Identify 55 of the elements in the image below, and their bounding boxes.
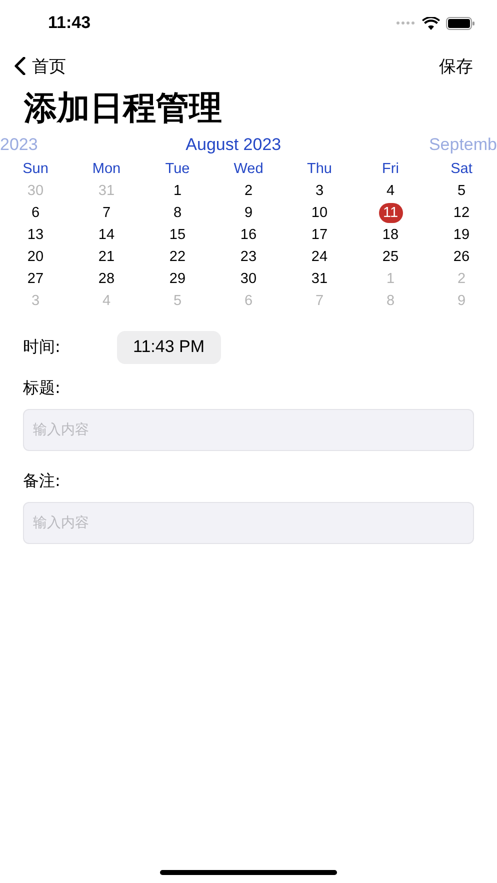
- field-label: 标题:: [23, 377, 62, 399]
- calendar-day[interactable]: 31: [311, 269, 328, 289]
- calendar-day[interactable]: 20: [27, 247, 44, 267]
- back-chevron-icon: [14, 57, 26, 75]
- weekday-label: Mon: [92, 160, 121, 179]
- field-label: 备注:: [23, 470, 62, 492]
- calendar-day[interactable]: 22: [169, 247, 186, 267]
- calendar-day[interactable]: 27: [27, 269, 44, 289]
- calendar-day[interactable]: 14: [98, 225, 115, 245]
- wifi-icon: [422, 16, 440, 30]
- calendar-day[interactable]: 26: [453, 247, 470, 267]
- calendar-day[interactable]: 1: [173, 181, 182, 201]
- calendar-day[interactable]: 17: [311, 225, 328, 245]
- calendar-day[interactable]: 24: [311, 247, 328, 267]
- status-time: 11:43: [48, 13, 91, 33]
- calendar-day[interactable]: 18: [382, 225, 399, 245]
- battery-icon: [446, 16, 475, 30]
- back-button[interactable]: 首页: [14, 54, 66, 78]
- weekday-label: Fri: [382, 160, 399, 179]
- weekday-label: Thu: [307, 160, 332, 179]
- calendar-day[interactable]: 12: [453, 203, 470, 223]
- calendar-day[interactable]: 29: [169, 269, 186, 289]
- calendar-day[interactable]: 4: [386, 181, 395, 201]
- next-month-label: Septemb: [428, 135, 497, 155]
- calendar-day[interactable]: 23: [240, 247, 257, 267]
- signal-icon: [396, 21, 416, 25]
- calendar-day[interactable]: 15: [169, 225, 186, 245]
- calendar-day[interactable]: 8: [173, 203, 182, 223]
- calendar-day[interactable]: 3: [315, 181, 324, 201]
- calendar-day[interactable]: 5: [457, 181, 466, 201]
- weekday-label: Tue: [165, 160, 190, 179]
- calendar-day[interactable]: 9: [244, 203, 253, 223]
- calendar-day[interactable]: 25: [382, 247, 399, 267]
- time-picker[interactable]: 11:43 PM: [117, 330, 221, 364]
- calendar-day[interactable]: 7: [102, 203, 111, 223]
- weekday-label: Sun: [22, 160, 48, 179]
- month-title: August 2023: [186, 135, 282, 155]
- input-field[interactable]: 输入内容: [23, 409, 474, 451]
- calendar-day[interactable]: 21: [98, 247, 115, 267]
- calendar-day[interactable]: 28: [98, 269, 115, 289]
- time-label: 时间:: [23, 336, 62, 358]
- calendar-day[interactable]: 2: [244, 181, 253, 201]
- previous-month-label: 2023: [0, 135, 38, 155]
- input-field[interactable]: 输入内容: [23, 502, 474, 544]
- calendar-day[interactable]: 13: [27, 225, 44, 245]
- calendar-day[interactable]: 16: [240, 225, 257, 245]
- calendar-day[interactable]: 19: [453, 225, 470, 245]
- weekday-label: Wed: [234, 160, 264, 179]
- page-title: 添加日程管理: [22, 87, 223, 129]
- calendar-day[interactable]: 30: [240, 269, 257, 289]
- calendar-day[interactable]: 6: [31, 203, 40, 223]
- calendar-day[interactable]: 11: [378, 203, 402, 223]
- weekday-label: Sat: [450, 160, 472, 179]
- calendar-day[interactable]: 10: [311, 203, 328, 223]
- save-button[interactable]: 保存: [439, 54, 473, 78]
